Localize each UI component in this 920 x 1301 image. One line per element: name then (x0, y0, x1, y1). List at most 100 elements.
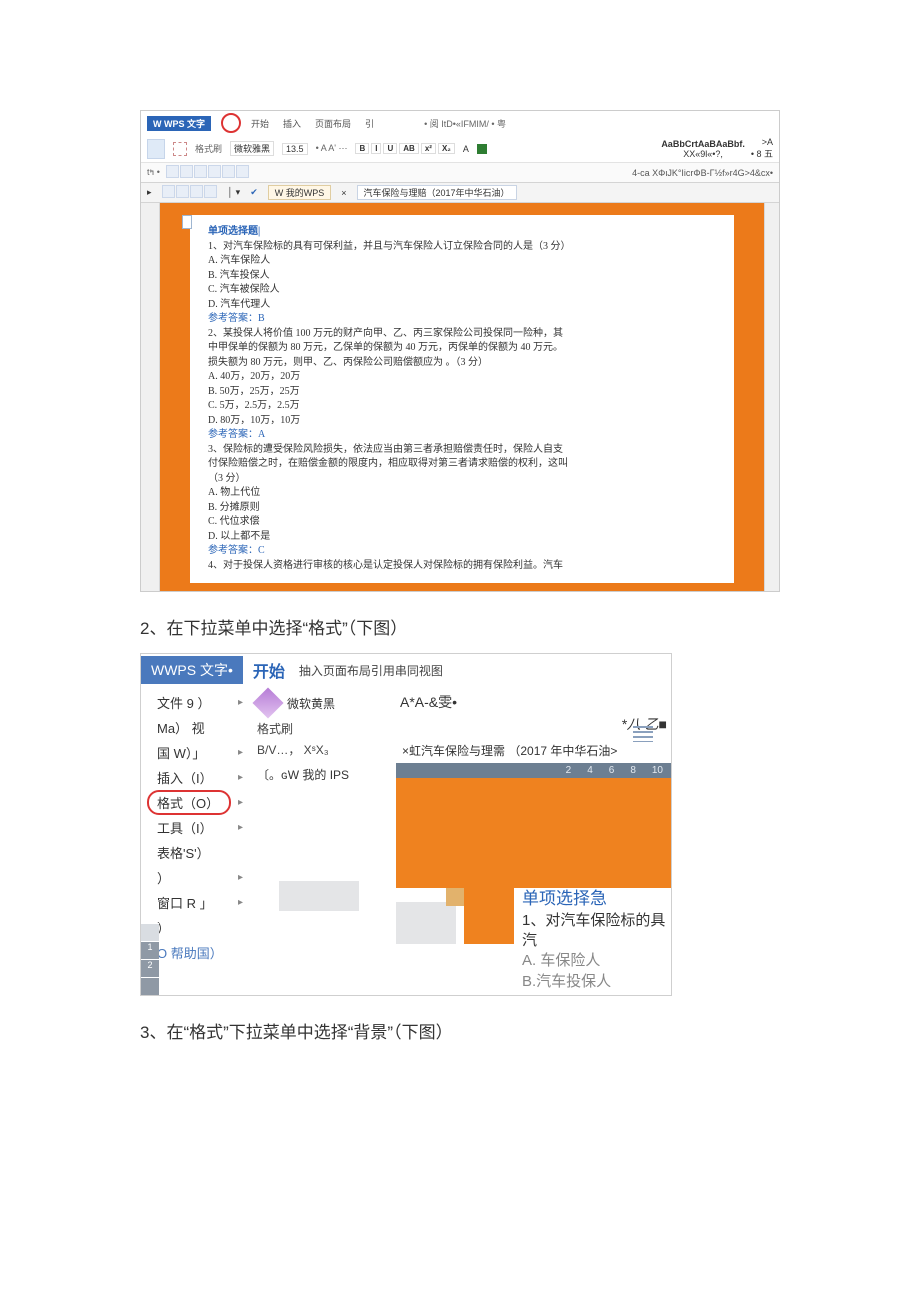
q1: 1、对汽车保险标的具有可保利益，并且与汽车保险人订立保险合同的人是（3 分） (208, 240, 716, 255)
highlight-circle-icon (221, 113, 241, 133)
strip-cell[interactable]: 2 (141, 959, 159, 977)
q3-opt-c: C. 代位求偿 (208, 515, 716, 530)
font-name-box[interactable]: 微软雅黑 (230, 141, 274, 156)
wps-logo-2: WWPS 文字• (141, 656, 243, 684)
menu-table[interactable]: 表格'S'） (141, 840, 251, 865)
vertical-ruler (141, 203, 160, 591)
q4: 4、对于投保人资格进行审核的核心是认定投保人对保险标的拥有保险利益。汽车 (208, 559, 716, 574)
q1-answer: 参考答案：B (208, 312, 716, 327)
qa-icon[interactable] (222, 165, 235, 178)
peek-heading: 单项选择急 (522, 888, 671, 911)
q1-opt-c: C. 汽车被保险人 (208, 283, 716, 298)
style-line-2: *八 乙■ (396, 714, 671, 738)
doc-tab-title[interactable]: ×虹汽车保险与理需 （2017 年中华石油> (396, 738, 671, 763)
horizontal-ruler: 2 4 6 8 10 (396, 763, 671, 778)
bold-button[interactable]: B (355, 143, 369, 154)
strip-cell[interactable] (141, 923, 159, 941)
sub-button[interactable]: X₂ (438, 143, 455, 154)
style-size: • 8 五 (751, 149, 773, 159)
q3-answer: 参考答案：C (208, 544, 716, 559)
section-heading: 单项选择题| (208, 225, 716, 240)
q1-opt-d: D. 汽车代理人 (208, 298, 716, 313)
title-extra: • 阅 ItD•«IFMIM/ • 粤 (424, 117, 506, 130)
format-brush-label-2[interactable]: 格式刷 (251, 718, 396, 739)
font-hint: • A A' ⋯ (316, 143, 348, 154)
strip-cell[interactable] (141, 977, 159, 995)
quick-access-row: tߤ • 4-ca XΦιJK°IicrΦB-Γ½f»r4G>4&cx• (141, 163, 779, 183)
doc-tabs-row: ▸ │ ▾ ✔ W 我的WPS × 汽车保险与理赔（2017年中华石油） (141, 183, 779, 203)
cut-icon[interactable] (173, 142, 187, 156)
style-preview-2: XX«9l«•?, (683, 149, 723, 159)
q2-opt-b: B. 50万，25万，25万 (208, 385, 716, 400)
style-arrow[interactable]: >A (762, 137, 773, 147)
font-color-label[interactable]: A (463, 144, 469, 154)
tab-start-2[interactable]: 开始 (253, 658, 285, 682)
tab-insert[interactable]: 插入 (283, 117, 301, 130)
doc-tab-active[interactable]: 汽车保险与理赔（2017年中华石油） (357, 185, 517, 200)
q2-line3: 损失额为 80 万元，则甲、乙、丙保险公司赔偿额应为 。（3 分） (208, 356, 716, 371)
style-preview-1[interactable]: AaBbCrtAaBAaBbf. (661, 139, 745, 149)
qa-icon[interactable] (208, 165, 221, 178)
menu-view-1[interactable]: Ma） 视 (141, 715, 251, 740)
tab-close-icon[interactable]: × (341, 188, 346, 198)
qa-icon[interactable] (162, 185, 175, 198)
q3-opt-b: B. 分摊原则 (208, 501, 716, 516)
qa-icon[interactable] (166, 165, 179, 178)
mywps-tab[interactable]: 〔。ɢW 我的 IPS (251, 760, 396, 785)
document-body[interactable]: 单项选择题| 1、对汽车保险标的具有可保利益，并且与汽车保险人订立保险合同的人是… (190, 215, 734, 583)
grey-placeholder-icon (396, 902, 456, 944)
qa-icon[interactable] (204, 185, 217, 198)
tab-ref[interactable]: 引 (365, 117, 374, 130)
ruler-tick: 6 (609, 765, 615, 776)
doc-peek: 单项选择急 1、对汽车保险标的具汽 A. 车保险人 B.汽车投保人 (396, 888, 671, 992)
italic-button[interactable]: I (371, 143, 381, 154)
menu-format[interactable]: 格式（O）▸ (141, 790, 251, 815)
scrollbar[interactable] (764, 203, 779, 591)
titlebar-2: WWPS 文字• 开始 抽入页面布局引用串同视图 (141, 654, 671, 686)
qa-icon[interactable] (180, 165, 193, 178)
font-style-buttons[interactable]: B I U AB x² X₂ (355, 143, 454, 154)
strike-button[interactable]: AB (399, 143, 419, 154)
peek-opt-b: B.汽车投保人 (522, 972, 671, 992)
strip-cell[interactable]: 1 (141, 941, 159, 959)
editor-canvas: 单项选择题| 1、对汽车保险标的具有可保利益，并且与汽车保险人订立保险合同的人是… (141, 203, 779, 591)
grey-placeholder-icon (279, 881, 359, 911)
paste-icon[interactable] (147, 139, 165, 159)
quick-access-icons[interactable] (166, 165, 250, 180)
ribbon-row: 格式刷 微软雅黑 13.5 • A A' ⋯ B I U AB x² X₂ A … (141, 135, 779, 163)
tabs-rest[interactable]: 抽入页面布局引用串同视图 (299, 662, 443, 679)
font-size-box[interactable]: 13.5 (282, 143, 308, 155)
underline-button[interactable]: U (383, 143, 397, 154)
sup-button[interactable]: x² (421, 143, 436, 154)
titlebar: W WPS 文字 开始 插入 页面布局 引 • 阅 ItD•«IFMIM/ • … (141, 111, 779, 135)
qa-icon[interactable] (176, 185, 189, 198)
format-brush-icon[interactable] (252, 687, 283, 718)
menu-tools[interactable]: 工具（I）▸ (141, 815, 251, 840)
qa-icon[interactable] (194, 165, 207, 178)
q3-line2: 付保险赔偿之时，在赔偿金额的限度内，相应取得对第三者请求赔偿的权利，这叫 (208, 457, 716, 472)
ribbon-center: 微软黄黑 格式刷 B/V…， XˢX₃ 〔。ɢW 我的 IPS (251, 686, 396, 995)
font-color-swatch-icon[interactable] (477, 144, 487, 154)
format-brush-label[interactable]: 格式刷 (195, 142, 222, 155)
qa-icon[interactable] (190, 185, 203, 198)
peek-opt-a: A. 车保险人 (522, 951, 671, 971)
tab-start[interactable]: 开始 (251, 117, 269, 130)
list-icon[interactable] (633, 726, 653, 742)
tab-layout[interactable]: 页面布局 (315, 117, 351, 130)
q2-opt-a: A. 40万，20万，20万 (208, 370, 716, 385)
q3-opt-d: D. 以上都不是 (208, 530, 716, 545)
qa-icon[interactable] (236, 165, 249, 178)
menu-window[interactable]: 窗口 R 」▸ (141, 890, 251, 915)
menu-view-2[interactable]: 国 W）」▸ (141, 740, 251, 765)
menu-insert[interactable]: 插入（I）▸ (141, 765, 251, 790)
ribbon-tabs[interactable]: 开始 插入 页面布局 引 (251, 117, 374, 130)
menu-file[interactable]: 文件 9 ）▸ (141, 690, 251, 715)
left-tab-strip[interactable]: 1 2 (141, 923, 159, 995)
wps-window-2: WWPS 文字• 开始 抽入页面布局引用串同视图 文件 9 ）▸ Ma） 视 国… (140, 653, 672, 996)
page-bg-preview (396, 778, 671, 888)
q1-opt-b: B. 汽车投保人 (208, 269, 716, 284)
doc-tab-mywps[interactable]: W 我的WPS (268, 185, 332, 200)
classic-menu[interactable]: 文件 9 ）▸ Ma） 视 国 W）」▸ 插入（I）▸ 格式（O）▸ 工具（I）… (141, 686, 251, 995)
font-name-2[interactable]: 微软黄黑 (287, 697, 335, 711)
font-line[interactable]: B/V…， XˢX₃ (251, 739, 396, 760)
